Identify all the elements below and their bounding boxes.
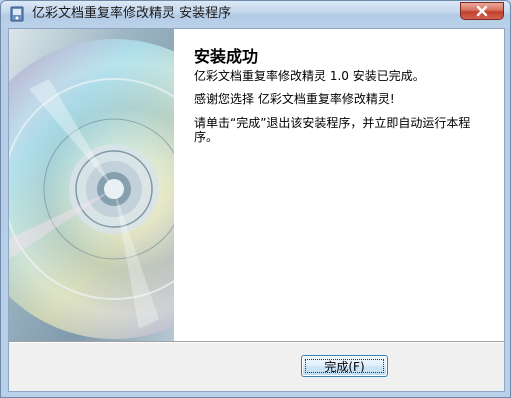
title-bar[interactable]: 亿彩文档重复率修改精灵 安装程序 (1, 1, 510, 27)
finish-instruction: 请单击“完成”退出该安装程序，并立即自动运行本程序。 (194, 116, 471, 144)
finish-button[interactable]: 完成(F) (301, 355, 388, 377)
close-icon (475, 5, 489, 17)
installer-client-area: 安装成功 亿彩文档重复率修改精灵 1.0 安装已完成。 感谢您选择 亿彩文档重复… (8, 28, 505, 392)
close-button[interactable] (460, 2, 504, 20)
footer-divider-highlight (9, 342, 504, 343)
content-panel: 安装成功 亿彩文档重复率修改精灵 1.0 安装已完成。 感谢您选择 亿彩文档重复… (174, 29, 504, 341)
installer-window: 亿彩文档重复率修改精灵 安装程序 安装成功 亿彩文档重复率修改精灵 1.0 安装… (0, 0, 511, 398)
cd-disc-image (9, 29, 174, 341)
installer-app-icon (9, 6, 25, 22)
focus-ring (305, 359, 384, 373)
window-title: 亿彩文档重复率修改精灵 安装程序 (32, 6, 232, 21)
page-title: 安装成功 (194, 47, 259, 66)
completion-message: 亿彩文档重复率修改精灵 1.0 安装已完成。 (194, 69, 425, 83)
thanks-message: 感谢您选择 亿彩文档重复率修改精灵! (194, 92, 395, 106)
